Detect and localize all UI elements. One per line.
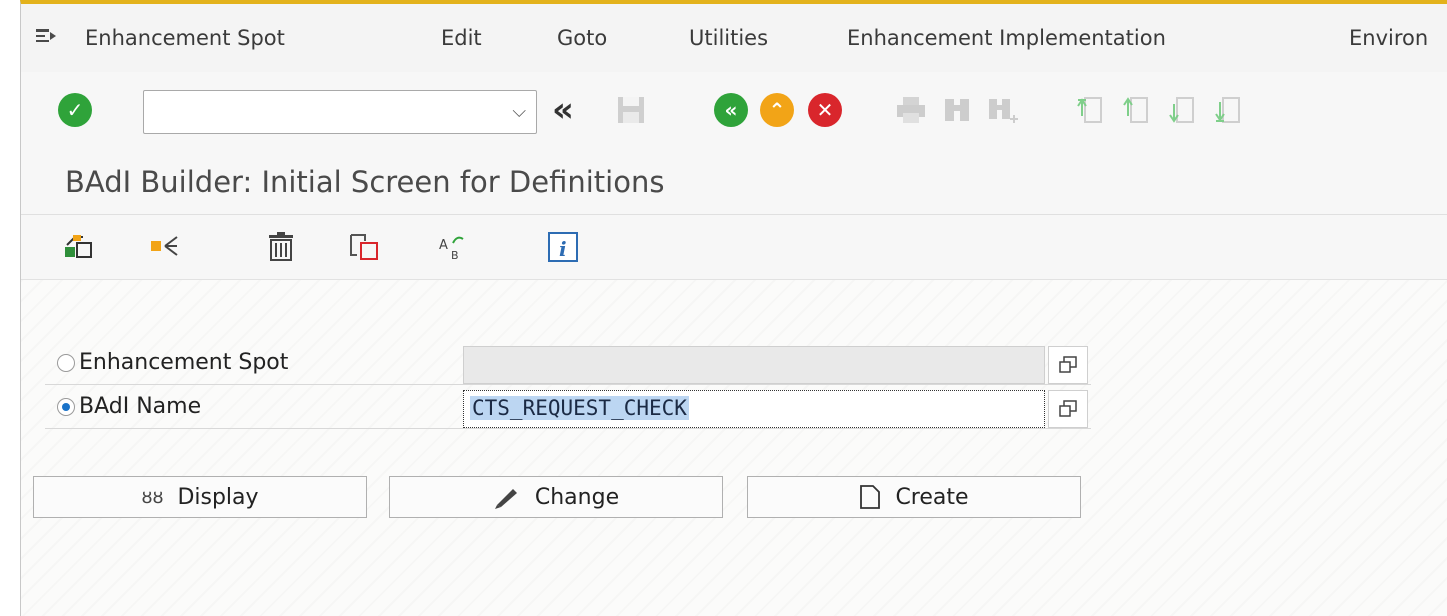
- enhancement-spot-field[interactable]: [463, 346, 1045, 384]
- menu-item-utilities[interactable]: Utilities: [689, 26, 768, 50]
- svg-text:B: B: [451, 249, 459, 262]
- rename-icon[interactable]: A B: [435, 231, 471, 263]
- value-help-icon[interactable]: [1048, 346, 1088, 384]
- last-page-icon[interactable]: [1209, 90, 1249, 130]
- enhancement-spot-radio[interactable]: [57, 354, 75, 372]
- content-area: Enhancement Spot BAdI Name CTS_REQUEST_C…: [21, 280, 1447, 616]
- badi-name-field[interactable]: CTS_REQUEST_CHECK: [463, 390, 1045, 428]
- delete-icon[interactable]: [263, 231, 299, 263]
- change-button-label: Change: [534, 484, 620, 510]
- print-icon[interactable]: [891, 90, 931, 130]
- glasses-icon: ȣȣ: [141, 486, 164, 508]
- svg-text:A: A: [439, 238, 448, 253]
- create-button[interactable]: Create: [747, 476, 1081, 518]
- first-page-icon[interactable]: [1071, 90, 1111, 130]
- command-input[interactable]: [150, 91, 484, 133]
- display-button-label: Display: [177, 484, 259, 510]
- badi-name-row: BAdI Name CTS_REQUEST_CHECK: [45, 386, 1091, 429]
- other-object-icon[interactable]: [61, 231, 97, 263]
- cancel-icon[interactable]: ✕: [805, 90, 845, 130]
- save-icon[interactable]: [611, 90, 651, 130]
- change-button[interactable]: Change: [389, 476, 723, 518]
- copy-icon[interactable]: [347, 231, 383, 263]
- next-page-icon[interactable]: [1163, 90, 1203, 130]
- menu-item-goto[interactable]: Goto: [557, 26, 607, 50]
- standard-toolbar: ✓ ⌵ « « ⌃ ✕: [21, 72, 1447, 155]
- menu-item-enhancement-spot[interactable]: Enhancement Spot: [85, 26, 285, 50]
- menu-icon[interactable]: [35, 28, 57, 44]
- badi-name-value: CTS_REQUEST_CHECK: [470, 396, 689, 420]
- find-icon[interactable]: [937, 90, 977, 130]
- chevron-down-icon[interactable]: ⌵: [512, 101, 526, 122]
- display-button[interactable]: ȣȣ Display: [33, 476, 367, 518]
- where-used-icon[interactable]: [147, 231, 183, 263]
- info-icon[interactable]: i: [545, 231, 581, 263]
- menu-item-enhancement-implementation[interactable]: Enhancement Implementation: [847, 26, 1166, 50]
- svg-text:i: i: [559, 237, 567, 261]
- back-chevrons-icon[interactable]: «: [543, 90, 583, 130]
- find-next-icon[interactable]: [983, 90, 1023, 130]
- previous-page-icon[interactable]: [1117, 90, 1157, 130]
- title-bar: BAdI Builder: Initial Screen for Definit…: [21, 154, 1447, 215]
- exit-icon[interactable]: ⌃: [757, 90, 797, 130]
- enhancement-spot-label: Enhancement Spot: [79, 350, 289, 375]
- badi-name-radio[interactable]: [57, 398, 75, 416]
- back-icon[interactable]: «: [711, 90, 751, 130]
- new-document-icon: [860, 485, 881, 509]
- badi-name-label: BAdI Name: [79, 394, 202, 419]
- enter-icon[interactable]: ✓: [55, 90, 95, 130]
- page-title: BAdI Builder: Initial Screen for Definit…: [65, 165, 665, 199]
- enhancement-spot-row: Enhancement Spot: [45, 342, 1091, 385]
- menu-item-environment[interactable]: Environ: [1349, 26, 1428, 50]
- value-help-icon[interactable]: [1048, 390, 1088, 428]
- sap-window: Enhancement Spot Edit Goto Utilities Enh…: [20, 0, 1447, 616]
- pencil-icon: [494, 489, 517, 509]
- application-toolbar: A B i: [21, 215, 1447, 280]
- menu-bar: Enhancement Spot Edit Goto Utilities Enh…: [21, 4, 1447, 73]
- create-button-label: Create: [895, 484, 969, 510]
- menu-item-edit[interactable]: Edit: [441, 26, 482, 50]
- command-field[interactable]: ⌵: [143, 90, 537, 134]
